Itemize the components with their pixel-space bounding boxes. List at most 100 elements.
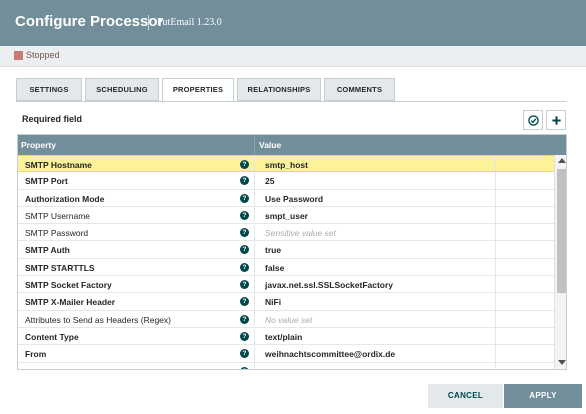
tab-settings[interactable]: SETTINGS (16, 78, 82, 101)
property-value[interactable]: smtp_host (265, 160, 308, 170)
property-name: Content Type (25, 331, 79, 342)
properties-table: Property Value SMTP Hostname? smtp_host SM… (17, 134, 567, 370)
property-value[interactable]: weihnachtscommittee@ordix.de (265, 349, 395, 359)
help-icon[interactable]: ? (240, 210, 249, 220)
column-header-property[interactable]: Property (21, 140, 56, 150)
cell-divider (495, 258, 496, 276)
scroll-up-icon[interactable] (558, 158, 566, 163)
cancel-button[interactable]: CANCEL (428, 384, 503, 408)
processor-status-bar: Stopped (0, 46, 586, 67)
cell-divider (495, 206, 496, 224)
add-property-button[interactable] (546, 110, 566, 130)
cell-divider (254, 310, 255, 327)
property-name: SMTP X-Mailer Header (25, 297, 116, 308)
scrollbar-thumb[interactable] (557, 169, 566, 293)
tab-relationships[interactable]: RELATIONSHIPS (237, 78, 321, 101)
property-value[interactable]: ${email_to} (265, 367, 311, 369)
table-header: Property Value (18, 135, 566, 155)
property-value[interactable]: NiFi (265, 297, 281, 307)
table-row[interactable]: From? weihnachtscommittee@ordix.de (18, 345, 554, 363)
title-separator (148, 15, 149, 30)
tab-scheduling[interactable]: SCHEDULING (85, 78, 159, 101)
verify-properties-button[interactable] (523, 110, 543, 130)
cell-divider (254, 327, 255, 345)
property-value[interactable]: true (265, 245, 281, 255)
cell-divider (254, 276, 255, 293)
dialog-subtitle: PutEmail 1.23.0 (157, 17, 222, 28)
table-row[interactable]: SMTP Password? Sensitive value set (18, 224, 554, 242)
property-name: SMTP Port (25, 176, 68, 187)
table-row[interactable]: SMTP Port? 25 (18, 172, 554, 190)
cell-divider (495, 156, 496, 172)
cell-divider (495, 310, 496, 327)
table-row[interactable]: SMTP Socket Factory? javax.net.ssl.SSLSoc… (18, 276, 554, 294)
cell-divider (495, 189, 496, 206)
property-name: Authorization Mode (25, 193, 105, 204)
table-row[interactable]: SMTP X-Mailer Header? NiFi (18, 293, 554, 311)
tab-properties[interactable]: PROPERTIES (162, 78, 234, 102)
property-value[interactable]: text/plain (265, 332, 302, 342)
cell-divider (254, 224, 255, 241)
table-row[interactable]: Content Type? text/plain (18, 327, 554, 346)
dialog-title: Configure Processor (15, 13, 164, 30)
help-icon[interactable]: ? (240, 245, 249, 255)
cell-divider (495, 293, 496, 310)
table-row[interactable]: SMTP STARTTLS? false (18, 258, 554, 277)
property-value[interactable]: smpt_user (265, 211, 308, 221)
help-icon[interactable]: ? (240, 331, 249, 341)
help-icon[interactable]: ? (240, 228, 249, 238)
cell-divider (254, 241, 255, 258)
cell-divider (495, 362, 496, 369)
column-divider (254, 135, 255, 155)
plus-icon (551, 115, 561, 125)
table-row[interactable]: SMTP Hostname? smtp_host (18, 155, 554, 173)
property-value[interactable]: false (265, 263, 284, 273)
cell-divider (254, 362, 255, 369)
property-value[interactable]: Use Password (265, 194, 323, 204)
help-icon[interactable]: ? (240, 193, 249, 203)
apply-button[interactable]: APPLY (504, 384, 582, 408)
scroll-down-icon[interactable] (558, 360, 566, 365)
cell-divider (495, 172, 496, 189)
cell-divider (254, 345, 255, 362)
cell-divider (495, 345, 496, 362)
table-row[interactable]: SMTP Auth? true (18, 241, 554, 259)
help-icon[interactable]: ? (240, 366, 249, 369)
dialog-footer: CANCEL APPLY (0, 384, 586, 414)
help-icon[interactable]: ? (240, 280, 249, 290)
cell-divider (495, 276, 496, 293)
cell-divider (254, 206, 255, 224)
table-row[interactable]: SMTP Username? smpt_user (18, 206, 554, 225)
help-icon[interactable]: ? (240, 314, 249, 324)
check-circle-icon (527, 114, 539, 126)
table-row[interactable]: Authorization Mode? Use Password (18, 189, 554, 207)
status-label: Stopped (26, 50, 60, 60)
property-name: SMTP Hostname (25, 160, 92, 170)
cell-divider (254, 172, 255, 189)
column-header-value[interactable]: Value (259, 140, 281, 150)
property-name: SMTP Username (25, 210, 91, 221)
property-name: Attributes to Send as Headers (Regex) (25, 314, 171, 325)
vertical-scrollbar[interactable] (554, 155, 566, 369)
cell-divider (254, 156, 255, 172)
table-row[interactable]: To? ${email_to} (18, 362, 554, 369)
help-icon[interactable]: ? (240, 262, 249, 272)
property-name: SMTP Auth (25, 245, 70, 256)
property-name: SMTP STARTTLS (25, 262, 95, 273)
stopped-icon (14, 51, 23, 60)
property-value[interactable]: Sensitive value set (265, 228, 336, 238)
cell-divider (495, 241, 496, 258)
cell-divider (495, 327, 496, 345)
property-value[interactable]: javax.net.ssl.SSLSocketFactory (265, 280, 393, 290)
property-value[interactable]: 25 (265, 176, 274, 186)
help-icon[interactable]: ? (240, 160, 249, 169)
table-row[interactable]: Attributes to Send as Headers (Regex)? No… (18, 310, 554, 328)
property-value[interactable]: No value set (265, 315, 312, 325)
help-icon[interactable]: ? (240, 297, 249, 307)
cell-divider (254, 258, 255, 276)
tab-divider (16, 101, 567, 102)
help-icon[interactable]: ? (240, 176, 249, 186)
help-icon[interactable]: ? (240, 349, 249, 359)
tab-comments[interactable]: COMMENTS (324, 78, 395, 101)
dialog-header: Configure Processor PutEmail 1.23.0 (0, 0, 586, 46)
